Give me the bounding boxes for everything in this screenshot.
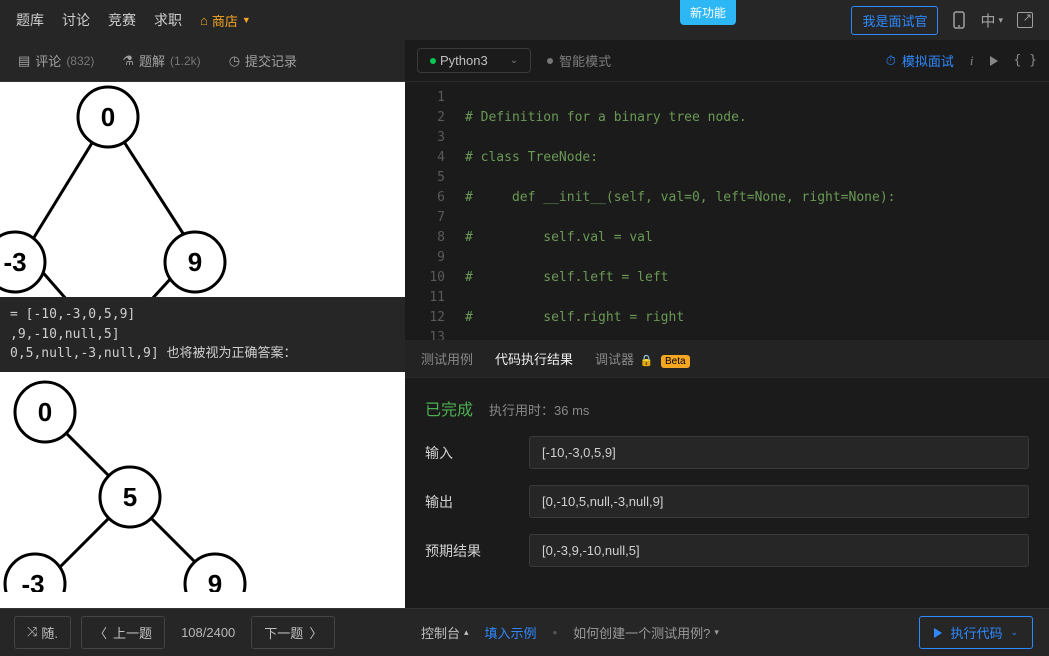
chevron-down-icon: ⌄ <box>510 55 518 66</box>
caret-down-icon: ⌄ <box>1010 627 1018 638</box>
phone-icon[interactable] <box>952 10 966 30</box>
desc-line: ,9,-10,null,5] <box>10 325 395 345</box>
shuffle-icon: ⤨ <box>27 625 35 640</box>
svg-text:9: 9 <box>208 569 222 592</box>
shuffle-button[interactable]: ⤨随. <box>14 616 71 649</box>
howto-link[interactable]: 如何创建一个测试用例? ▾ <box>573 623 719 642</box>
clock-icon: ◷ <box>229 53 240 69</box>
tab-solutions[interactable]: ⚗ 题解 (1.2k) <box>122 51 200 70</box>
prev-button[interactable]: 〈上一题 <box>81 616 165 649</box>
language-select[interactable]: Python3 ⌄ <box>417 48 531 73</box>
desc-line: = [-10,-3,0,5,9] <box>10 305 395 325</box>
fill-example-link[interactable]: 填入示例 <box>485 623 537 642</box>
beta-badge: Beta <box>661 355 690 368</box>
timer-icon: ⏱ <box>886 53 896 69</box>
tab-submissions[interactable]: ◷ 提交记录 <box>229 51 297 70</box>
chevron-right-icon: 〉 <box>309 623 322 642</box>
input-label: 输入 <box>425 443 505 463</box>
new-feature-badge[interactable]: 新功能 <box>680 0 736 25</box>
svg-text:5: 5 <box>123 482 137 512</box>
format-icon[interactable]: { } <box>1014 53 1037 68</box>
nav-contest[interactable]: 竞赛 <box>108 10 136 30</box>
input-value[interactable]: [-10,-3,0,5,9] <box>529 436 1029 469</box>
tab-comments[interactable]: ▤ 评论 (832) <box>18 51 94 70</box>
svg-text:-3: -3 <box>3 247 26 277</box>
svg-text:-3: -3 <box>21 569 44 592</box>
chevron-left-icon: 〈 <box>94 623 107 642</box>
play-icon[interactable] <box>990 56 998 66</box>
description-content[interactable]: 0-395 = [-10,-3,0,5,9] ,9,-10,null,5] 0,… <box>0 82 405 608</box>
lang-switch[interactable]: 中 ▾ <box>980 10 1003 31</box>
caret-down-icon: ▾ <box>714 627 719 638</box>
shop-icon: ⌂ <box>200 13 208 28</box>
status-text: 已完成 <box>425 396 473 420</box>
nav-shop[interactable]: ⌂ 商店 ▼ <box>200 11 251 30</box>
status-dot <box>430 58 436 64</box>
interviewer-button[interactable]: 我是面试官 <box>851 6 938 35</box>
nav-discuss[interactable]: 讨论 <box>62 10 90 30</box>
result-panel: 已完成 执行用时：36 ms 输入 [-10,-3,0,5,9] 输出 [0,-… <box>405 378 1049 608</box>
svg-text:0: 0 <box>38 397 52 427</box>
code-editor[interactable]: 12345678910111213 # Definition for a bin… <box>405 82 1049 340</box>
console-toggle[interactable]: 控制台 ▴ <box>421 623 469 642</box>
result-tabs: 测试用例 代码执行结果 调试器 🔒 Beta <box>405 340 1049 378</box>
svg-text:9: 9 <box>188 247 202 277</box>
caret-up-icon: ▴ <box>464 627 469 638</box>
bottom-bar: ⤨随. 〈上一题 108/2400 下一题〉 控制台 ▴ 填入示例 • 如何创建… <box>0 608 1049 656</box>
tree-diagram-1: 0-395 <box>0 82 260 297</box>
tab-result[interactable]: 代码执行结果 <box>495 339 573 378</box>
tab-testcase[interactable]: 测试用例 <box>421 339 473 378</box>
info-icon[interactable]: i <box>970 53 974 69</box>
line-gutter: 12345678910111213 <box>405 82 457 340</box>
tab-debugger[interactable]: 调试器 🔒 Beta <box>595 339 690 378</box>
expected-label: 预期结果 <box>425 541 505 561</box>
run-code-button[interactable]: 执行代码 ⌄ <box>919 616 1033 649</box>
caret-down-icon: ▼ <box>242 15 251 25</box>
left-panel: ▤ 评论 (832) ⚗ 题解 (1.2k) ◷ 提交记录 <box>0 40 405 608</box>
nav-problems[interactable]: 题库 <box>16 10 44 30</box>
tree-diagram-2: 0 5 -3 9 <box>0 372 260 592</box>
nav-jobs[interactable]: 求职 <box>154 10 182 30</box>
play-icon <box>934 628 942 638</box>
right-panel: Python3 ⌄ 智能模式 ⏱ 模拟面试 i { } <box>405 40 1049 608</box>
svg-text:0: 0 <box>101 102 115 132</box>
next-button[interactable]: 下一题〉 <box>251 616 335 649</box>
smart-mode-toggle[interactable]: 智能模式 <box>547 51 611 70</box>
fullscreen-icon[interactable] <box>1017 12 1033 28</box>
expected-value[interactable]: [0,-3,9,-10,null,5] <box>529 534 1029 567</box>
comment-icon: ▤ <box>18 53 30 69</box>
lock-icon: 🔒 <box>640 355 654 367</box>
progress-indicator: 108/2400 <box>175 625 241 640</box>
top-nav: 题库 讨论 竞赛 求职 ⌂ 商店 ▼ 新功能 我是面试官 中 ▾ <box>0 0 1049 40</box>
dot-icon <box>547 58 553 64</box>
output-label: 输出 <box>425 492 505 512</box>
flask-icon: ⚗ <box>122 53 134 69</box>
mock-interview-button[interactable]: ⏱ 模拟面试 <box>886 51 954 70</box>
output-value[interactable]: [0,-10,5,null,-3,null,9] <box>529 485 1029 518</box>
